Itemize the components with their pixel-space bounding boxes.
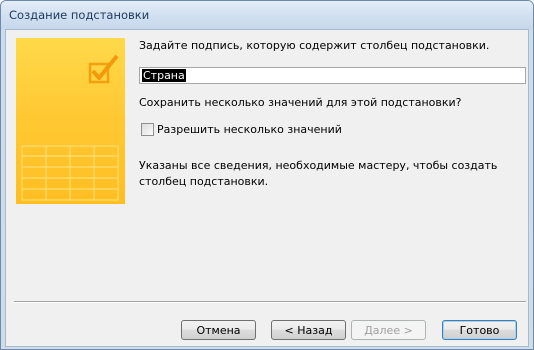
allow-multiple-values-checkbox[interactable]: [141, 123, 154, 136]
next-button[interactable]: Далее >: [351, 320, 426, 340]
check-table-icon: [21, 54, 119, 201]
window-title: Создание подстановки: [9, 8, 150, 22]
finish-button[interactable]: Готово: [442, 320, 517, 340]
caption-prompt: Задайте подпись, которую содержит столбе…: [139, 39, 490, 52]
caption-value: Страна: [142, 69, 186, 82]
completion-info: Указаны все сведения, необходимые мастер…: [139, 159, 498, 188]
wizard-body: Задайте подпись, которую содержит столбе…: [5, 29, 529, 347]
back-button[interactable]: < Назад: [271, 320, 346, 340]
cancel-button[interactable]: Отмена: [181, 320, 256, 340]
caption-input[interactable]: Страна: [139, 67, 526, 84]
title-bar[interactable]: Создание подстановки: [1, 1, 533, 29]
button-separator: [14, 301, 526, 303]
wizard-illustration: [16, 38, 125, 204]
multi-value-question: Сохранить несколько значений для этой по…: [139, 96, 462, 109]
allow-multiple-values-option[interactable]: Разрешить несколько значений: [141, 123, 342, 136]
allow-multiple-values-label[interactable]: Разрешить несколько значений: [157, 123, 342, 136]
wizard-window: Создание подстановки Задайте подпись, ко…: [0, 0, 534, 350]
